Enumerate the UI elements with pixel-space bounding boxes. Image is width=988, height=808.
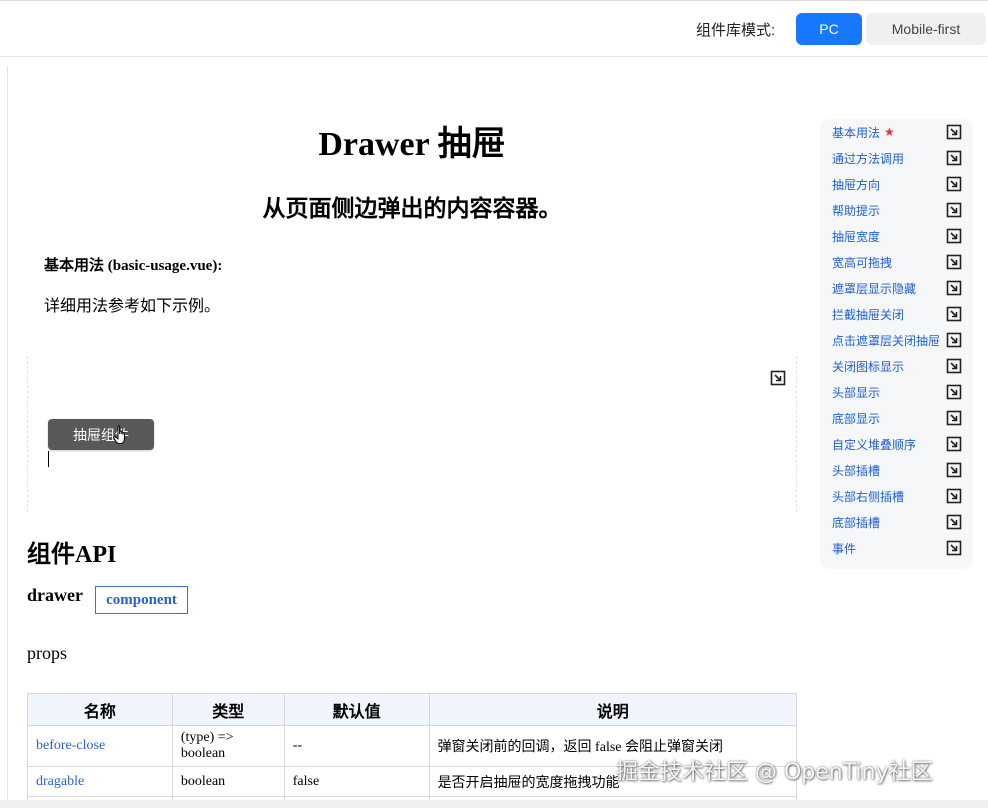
top-bar: 组件库模式: PC Mobile-first — [0, 0, 988, 57]
open-demo-icon[interactable] — [946, 410, 962, 426]
open-demo-icon[interactable] — [946, 462, 962, 478]
anchor-item-label: 头部右侧插槽 — [832, 489, 905, 504]
prop-name-link[interactable]: before-close — [27, 725, 173, 767]
anchor-item-header-right-slot[interactable]: 头部右侧插槽 — [832, 483, 970, 509]
prop-type: (type) => boolean — [171, 725, 285, 767]
open-drawer-button[interactable]: 抽屉组件 — [48, 419, 154, 450]
text-caret — [48, 451, 49, 467]
open-demo-icon[interactable] — [946, 514, 962, 530]
anchor-item-method-call[interactable]: 通过方法调用 — [832, 145, 970, 171]
anchor-item-label: 宽高可拖拽 — [832, 255, 893, 270]
column-header-default: 默认值 — [283, 693, 430, 726]
column-header-name: 名称 — [27, 693, 173, 726]
api-section-title: 组件API — [27, 542, 117, 568]
anchor-item-mask-toggle[interactable]: 遮罩层显示隐藏 — [832, 275, 970, 301]
open-demo-icon[interactable] — [946, 358, 962, 374]
component-mode-label: 组件库模式: — [696, 22, 776, 39]
anchor-item-label: 帮助提示 — [832, 203, 881, 218]
anchor-item-label: 遮罩层显示隐藏 — [832, 281, 917, 296]
anchor-item-label: 头部显示 — [832, 385, 881, 400]
demo-section-description: 详细用法参考如下示例。 — [44, 298, 221, 315]
prop-default: false — [283, 766, 430, 797]
anchor-item-label: 基本用法 — [832, 125, 881, 140]
anchor-item-basic-usage[interactable]: 基本用法 ★ — [832, 119, 970, 145]
open-demo-icon[interactable] — [946, 540, 962, 556]
anchor-item-before-close[interactable]: 拦截抽屉关闭 — [832, 301, 970, 327]
anchor-item-label: 自定义堆叠顺序 — [832, 437, 917, 452]
anchor-item-drag-resize[interactable]: 宽高可拖拽 — [832, 249, 970, 275]
anchor-item-direction[interactable]: 抽屉方向 — [832, 171, 970, 197]
anchor-item-close-icon-show[interactable]: 关闭图标显示 — [832, 353, 970, 379]
column-header-description: 说明 — [428, 693, 798, 726]
open-demo-icon[interactable] — [946, 176, 962, 192]
prop-name-link[interactable]: dragable — [27, 766, 173, 797]
prop-default: -- — [283, 725, 430, 767]
anchor-item-mask-closable[interactable]: 点击遮罩层关闭抽屉 — [832, 327, 970, 353]
demo-anchor-nav: 基本用法 ★ 通过方法调用 抽屉方向帮助提示抽屉宽度宽高可拖拽遮罩层显示隐藏 拦截抽屉关… — [820, 119, 973, 569]
anchor-item-events[interactable]: 事件 — [832, 535, 970, 561]
demo-open-icon[interactable] — [770, 370, 786, 386]
anchor-item-label: 点击遮罩层关闭抽屉 — [832, 333, 941, 348]
open-demo-icon[interactable] — [946, 332, 962, 348]
open-demo-icon[interactable] — [946, 280, 962, 296]
anchor-item-label: 底部显示 — [832, 411, 881, 426]
open-demo-icon[interactable] — [946, 124, 962, 140]
anchor-item-label: 抽屉方向 — [832, 177, 881, 192]
open-demo-icon[interactable] — [946, 202, 962, 218]
anchor-item-width[interactable]: 抽屉宽度 — [832, 223, 970, 249]
anchor-item-label: 头部插槽 — [832, 463, 881, 478]
anchor-item-footer-slot[interactable]: 底部插槽 — [832, 509, 970, 535]
anchor-item-footer-show[interactable]: 底部显示 — [832, 405, 970, 431]
watermark: 掘金技术社区 @ OpenTiny社区 — [616, 760, 933, 785]
anchor-item-header-slot[interactable]: 头部插槽 — [832, 457, 970, 483]
component-badge[interactable]: component — [95, 586, 188, 614]
anchor-item-label: 抽屉宽度 — [832, 229, 881, 244]
props-label: props — [27, 643, 67, 663]
column-header-type: 类型 — [171, 693, 285, 726]
content-left-border — [7, 66, 8, 808]
props-table: 名称 类型 默认值 说明 before-close (type) => bool… — [27, 693, 798, 808]
anchor-item-label: 拦截抽屉关闭 — [832, 307, 905, 322]
open-demo-icon[interactable] — [946, 436, 962, 452]
page-title: Drawer 抽屉 — [318, 126, 506, 163]
hand-pointer-icon — [113, 425, 125, 444]
api-component-name: drawer — [27, 585, 83, 605]
anchor-item-label: 关闭图标显示 — [832, 359, 905, 374]
anchor-item-z-index[interactable]: 自定义堆叠顺序 — [832, 431, 970, 457]
star-icon: ★ — [884, 125, 895, 139]
prop-type: boolean — [171, 766, 285, 797]
mode-pc-button[interactable]: PC — [796, 13, 862, 45]
anchor-item-label: 底部插槽 — [832, 515, 881, 530]
open-demo-icon[interactable] — [946, 384, 962, 400]
page-subtitle: 从页面侧边弹出的内容容器。 — [262, 196, 562, 221]
open-demo-icon[interactable] — [946, 228, 962, 244]
open-demo-icon[interactable] — [946, 306, 962, 322]
open-demo-icon[interactable] — [946, 488, 962, 504]
open-demo-icon[interactable] — [946, 254, 962, 270]
demo-section-title: 基本用法 (basic-usage.vue): — [44, 258, 223, 274]
table-header-row: 名称 类型 默认值 说明 — [27, 693, 798, 726]
anchor-item-label: 事件 — [832, 541, 857, 556]
bottom-strip — [0, 800, 988, 808]
open-demo-icon[interactable] — [946, 150, 962, 166]
anchor-item-help-tip[interactable]: 帮助提示 — [832, 197, 970, 223]
anchor-item-header-show[interactable]: 头部显示 — [832, 379, 970, 405]
mode-mobile-first-button[interactable]: Mobile-first — [866, 13, 986, 45]
anchor-item-label: 通过方法调用 — [832, 151, 905, 166]
